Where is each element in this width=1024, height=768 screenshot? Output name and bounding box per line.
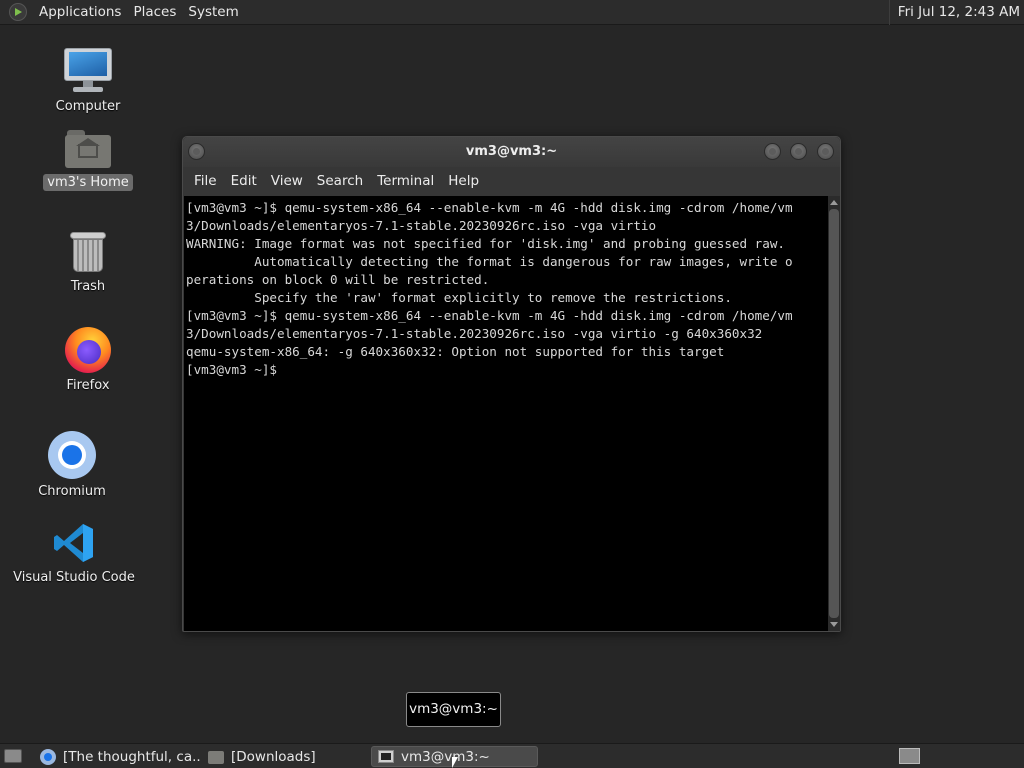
terminal-line: Automatically detecting the format is da…	[186, 254, 793, 269]
terminal-line: qemu-system-x86_64: -g 640x360x32: Optio…	[186, 344, 725, 359]
home-folder-icon	[65, 130, 111, 170]
terminal-line: 3/Downloads/elementaryos-7.1-stable.2023…	[186, 326, 763, 341]
chromium-icon	[48, 431, 96, 479]
vscode-icon	[52, 521, 96, 565]
applications-logo-icon[interactable]	[9, 3, 27, 21]
menu-terminal[interactable]: Terminal	[370, 167, 441, 195]
taskbar-tooltip: vm3@vm3:~	[406, 692, 501, 727]
menu-edit[interactable]: Edit	[224, 167, 264, 195]
taskbar-item-chromium[interactable]: [The thoughtful, ca...	[34, 746, 200, 767]
desktop-icon-home[interactable]: vm3's Home	[18, 130, 158, 191]
trash-icon	[70, 230, 106, 274]
folder-icon	[208, 751, 224, 764]
terminal-prompt-line: [vm3@vm3 ~]$	[186, 362, 285, 377]
window-title: vm3@vm3:~	[465, 144, 558, 159]
scrollbar-thumb[interactable]	[829, 209, 839, 618]
scroll-up-icon[interactable]	[830, 200, 838, 205]
desktop-icon-vscode[interactable]: Visual Studio Code	[4, 521, 144, 586]
desktop-icon-trash[interactable]: Trash	[18, 230, 158, 295]
workspace-switcher[interactable]	[899, 748, 920, 764]
taskbar-item-downloads[interactable]: [Downloads]	[202, 746, 368, 767]
desktop-icon-label: Firefox	[66, 378, 110, 393]
menu-applications[interactable]: Applications	[33, 0, 127, 25]
top-panel: Applications Places System Fri Jul 12, 2…	[0, 0, 1024, 25]
terminal-menu-bar: File Edit View Search Terminal Help	[183, 167, 840, 195]
menu-help[interactable]: Help	[441, 167, 486, 195]
title-bar[interactable]: vm3@vm3:~	[183, 137, 840, 167]
terminal-window: vm3@vm3:~ File Edit View Search Terminal…	[182, 136, 841, 632]
mouse-pointer-icon	[452, 757, 458, 768]
close-icon[interactable]	[817, 143, 834, 160]
desktop-icon-label: Trash	[70, 279, 106, 294]
desktop-icon-label: Visual Studio Code	[13, 570, 135, 585]
show-desktop-icon[interactable]	[4, 749, 22, 763]
maximize-icon[interactable]	[790, 143, 807, 160]
terminal-line: perations on block 0 will be restricted.	[186, 272, 490, 287]
terminal-line: 3/Downloads/elementaryos-7.1-stable.2023…	[186, 218, 657, 233]
menu-places[interactable]: Places	[127, 0, 182, 25]
menu-search[interactable]: Search	[310, 167, 370, 195]
firefox-icon	[65, 327, 111, 373]
desktop-icon-label: Chromium	[38, 484, 106, 499]
computer-icon	[63, 46, 113, 94]
menu-file[interactable]: File	[187, 167, 224, 195]
terminal-line: WARNING: Image format was not specified …	[186, 236, 785, 251]
menu-view[interactable]: View	[264, 167, 310, 195]
bottom-panel: [The thoughtful, ca... [Downloads] vm3@v…	[0, 743, 1024, 768]
terminal-icon	[378, 750, 394, 763]
terminal-output[interactable]: [vm3@vm3 ~]$ qemu-system-x86_64 --enable…	[184, 196, 828, 631]
taskbar-item-label: [The thoughtful, ca...	[63, 748, 200, 765]
menu-system[interactable]: System	[182, 0, 244, 25]
desktop-icon-firefox[interactable]: Firefox	[18, 327, 158, 394]
desktop-icon-label: vm3's Home	[43, 174, 133, 191]
desktop-icon-computer[interactable]: Computer	[18, 46, 158, 115]
minimize-icon[interactable]	[764, 143, 781, 160]
chromium-icon	[40, 748, 56, 765]
scroll-down-icon[interactable]	[830, 622, 838, 627]
desktop-icon-chromium[interactable]: Chromium	[2, 431, 142, 500]
terminal-scrollbar[interactable]	[828, 196, 840, 631]
taskbar-item-label: vm3@vm3:~	[401, 748, 490, 765]
taskbar-item-label: [Downloads]	[231, 748, 316, 765]
terminal-line: [vm3@vm3 ~]$ qemu-system-x86_64 --enable…	[186, 200, 793, 215]
terminal-line: Specify the 'raw' format explicitly to r…	[186, 290, 732, 305]
desktop-icon-label: Computer	[55, 99, 121, 114]
clock[interactable]: Fri Jul 12, 2:43 AM	[888, 0, 1020, 25]
terminal-line: [vm3@vm3 ~]$ qemu-system-x86_64 --enable…	[186, 308, 793, 323]
